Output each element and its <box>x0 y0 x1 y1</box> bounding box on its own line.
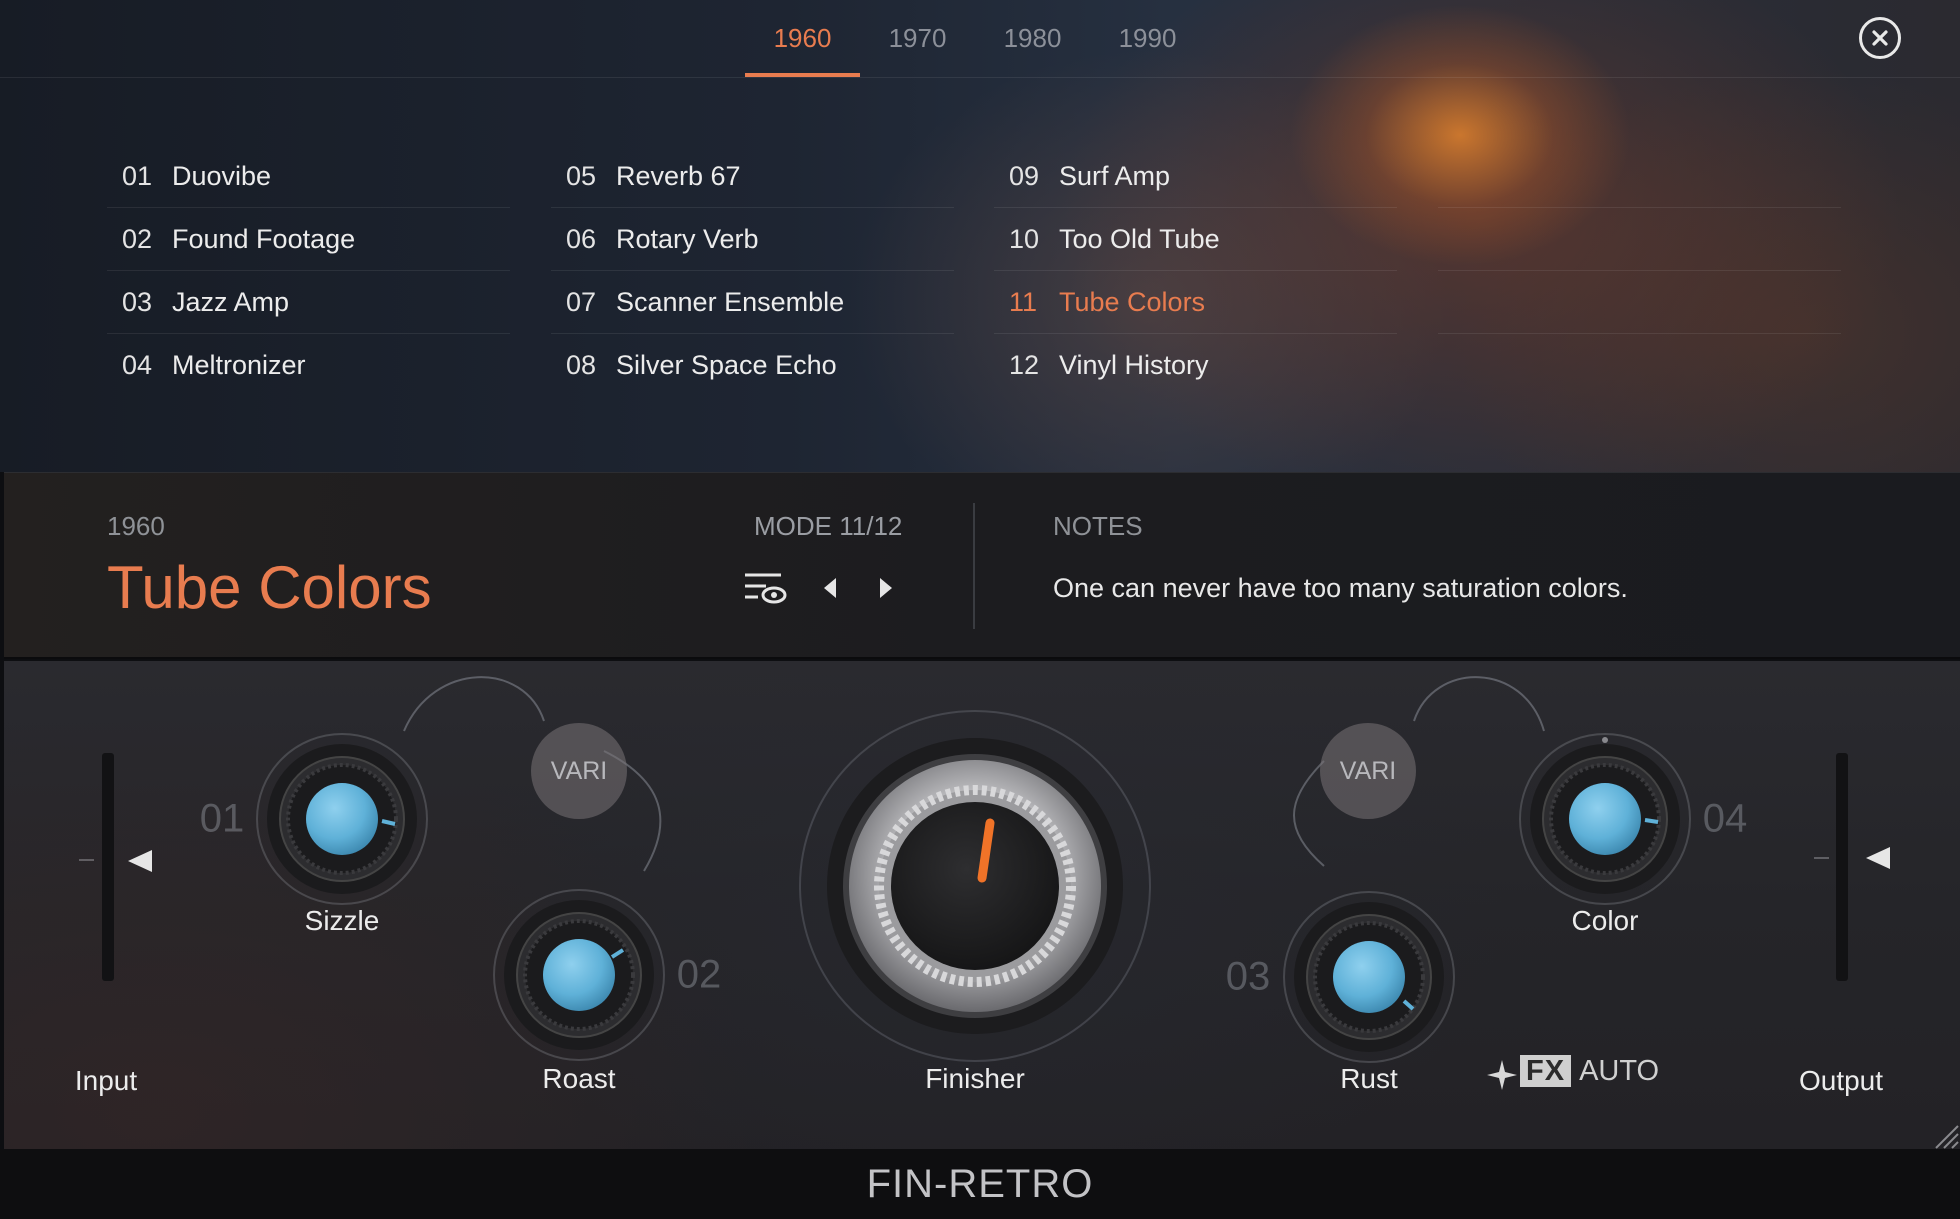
color-label: Color <box>1571 905 1639 936</box>
preset-column-1: 01 Duovibe 02 Found Footage 03 Jazz Amp 04 M… <box>107 145 510 397</box>
auto-label: AUTO <box>1579 1054 1660 1087</box>
preset-empty-slot <box>1438 208 1841 271</box>
preset-number: 08 <box>566 350 597 380</box>
preset-item-08[interactable]: 08 Silver Space Echo <box>551 334 954 397</box>
finisher-label: Finisher <box>925 1063 1025 1094</box>
preset-number: 05 <box>566 160 597 191</box>
preset-item-04[interactable]: 04 Meltronizer <box>107 334 510 397</box>
resize-grip-icon <box>1935 1125 1959 1149</box>
sizzle-slot-number: 01 <box>199 796 245 841</box>
close-icon <box>1872 30 1888 46</box>
controls-panel: 01 02 03 04 VARI VARI Input Sizzle Roast… <box>4 661 1960 1149</box>
color-knob[interactable] <box>1519 733 1691 905</box>
fx-badge: FX <box>1520 1055 1572 1087</box>
preset-name: Duovibe <box>172 160 272 191</box>
preset-number: 12 <box>1009 350 1040 380</box>
preset-empty-slot <box>1438 145 1841 208</box>
input-fader[interactable] <box>79 753 152 981</box>
connector-line <box>1413 676 1545 732</box>
footer-bar: FIN-RETRO <box>0 1149 1960 1219</box>
roast-label: Roast <box>542 1063 616 1094</box>
tab-1960[interactable]: 1960 <box>745 0 860 77</box>
preset-number: 07 <box>566 286 597 317</box>
input-label: Input <box>74 1065 138 1096</box>
next-mode-button[interactable] <box>870 573 900 603</box>
preset-name: Vinyl History <box>1059 350 1209 380</box>
preset-name: Too Old Tube <box>1059 223 1220 254</box>
vari-button-left[interactable]: VARI <box>531 723 627 819</box>
preset-name: Found Footage <box>172 223 356 254</box>
notes-label: NOTES <box>1053 511 1143 541</box>
tabs-divider <box>0 77 1960 78</box>
preset-name: Jazz Amp <box>172 286 290 317</box>
preset-era: 1960 <box>107 511 165 541</box>
close-button[interactable] <box>1859 17 1901 59</box>
preset-name: Surf Amp <box>1059 160 1171 191</box>
sizzle-label: Sizzle <box>304 905 380 936</box>
fx-auto-toggle[interactable]: FX AUTO <box>1484 1051 1659 1091</box>
product-logo: FIN-RETRO <box>866 1161 1094 1206</box>
sizzle-knob[interactable] <box>256 733 428 905</box>
preset-item-10[interactable]: 10 Too Old Tube <box>994 208 1397 271</box>
preset-item-11[interactable]: 11 Tube Colors <box>994 271 1397 334</box>
connector-line <box>403 676 545 732</box>
mode-list-button[interactable] <box>740 569 788 609</box>
vari-button-right[interactable]: VARI <box>1320 723 1416 819</box>
tab-1990[interactable]: 1990 <box>1090 0 1205 77</box>
preset-column-4 <box>1438 145 1841 334</box>
preset-item-07[interactable]: 07 Scanner Ensemble <box>551 271 954 334</box>
notes-text: One can never have too many saturation c… <box>1053 573 1628 603</box>
preset-info-bar: 1960 Tube Colors MODE 11/12 NOTES One ca… <box>4 472 1960 659</box>
output-label: Output <box>1798 1065 1884 1096</box>
preset-number: 06 <box>566 223 597 254</box>
finisher-knob[interactable] <box>799 710 1151 1062</box>
preset-item-02[interactable]: 02 Found Footage <box>107 208 510 271</box>
output-level-pointer[interactable] <box>1866 847 1890 869</box>
rust-knob[interactable] <box>1283 891 1455 1063</box>
preset-number: 10 <box>1009 223 1040 254</box>
rust-label: Rust <box>1340 1063 1398 1094</box>
preset-item-05[interactable]: 05 Reverb 67 <box>551 145 954 208</box>
preset-item-09[interactable]: 09 Surf Amp <box>994 145 1397 208</box>
info-divider <box>973 503 975 629</box>
preset-title: Tube Colors <box>107 554 432 621</box>
preset-browser: 1960 1970 1980 1990 01 Duovibe 02 Found Fo… <box>0 0 1960 472</box>
output-fader[interactable] <box>1814 753 1890 981</box>
preset-number: 09 <box>1009 160 1040 191</box>
list-eye-icon <box>745 573 787 604</box>
caret-left-icon <box>824 578 836 598</box>
preset-name: Silver Space Echo <box>616 350 837 380</box>
preset-name: Rotary Verb <box>616 223 759 254</box>
preset-name: Meltronizer <box>172 350 306 380</box>
prev-mode-button[interactable] <box>816 573 846 603</box>
mode-counter: MODE 11/12 <box>754 511 903 541</box>
preset-number: 03 <box>122 286 153 317</box>
preset-column-3: 09 Surf Amp 10 Too Old Tube 11 Tube Colors … <box>994 145 1397 397</box>
preset-item-06[interactable]: 06 Rotary Verb <box>551 208 954 271</box>
preset-number: 01 <box>122 160 153 191</box>
color-slot-number: 04 <box>1702 796 1748 841</box>
preset-name: Reverb 67 <box>616 160 741 191</box>
preset-name: Scanner Ensemble <box>616 286 845 317</box>
preset-item-03[interactable]: 03 Jazz Amp <box>107 271 510 334</box>
preset-empty-slot <box>1438 271 1841 334</box>
input-level-pointer[interactable] <box>128 850 152 872</box>
roast-knob[interactable] <box>493 889 665 1061</box>
rust-slot-number: 03 <box>1225 954 1271 999</box>
preset-number: 02 <box>122 223 153 254</box>
resize-handle[interactable] <box>1928 1118 1960 1150</box>
preset-name: Tube Colors <box>1059 286 1206 317</box>
preset-number: 11 <box>1009 286 1038 317</box>
preset-item-01[interactable]: 01 Duovibe <box>107 145 510 208</box>
caret-right-icon <box>880 578 892 598</box>
tab-1970[interactable]: 1970 <box>860 0 975 77</box>
tab-1980[interactable]: 1980 <box>975 0 1090 77</box>
preset-item-12[interactable]: 12 Vinyl History <box>994 334 1397 397</box>
roast-slot-number: 02 <box>676 952 722 997</box>
preset-number: 04 <box>122 350 153 380</box>
preset-column-2: 05 Reverb 67 06 Rotary Verb 07 Scanner Ense… <box>551 145 954 397</box>
era-tabs: 1960 1970 1980 1990 <box>745 0 1205 77</box>
